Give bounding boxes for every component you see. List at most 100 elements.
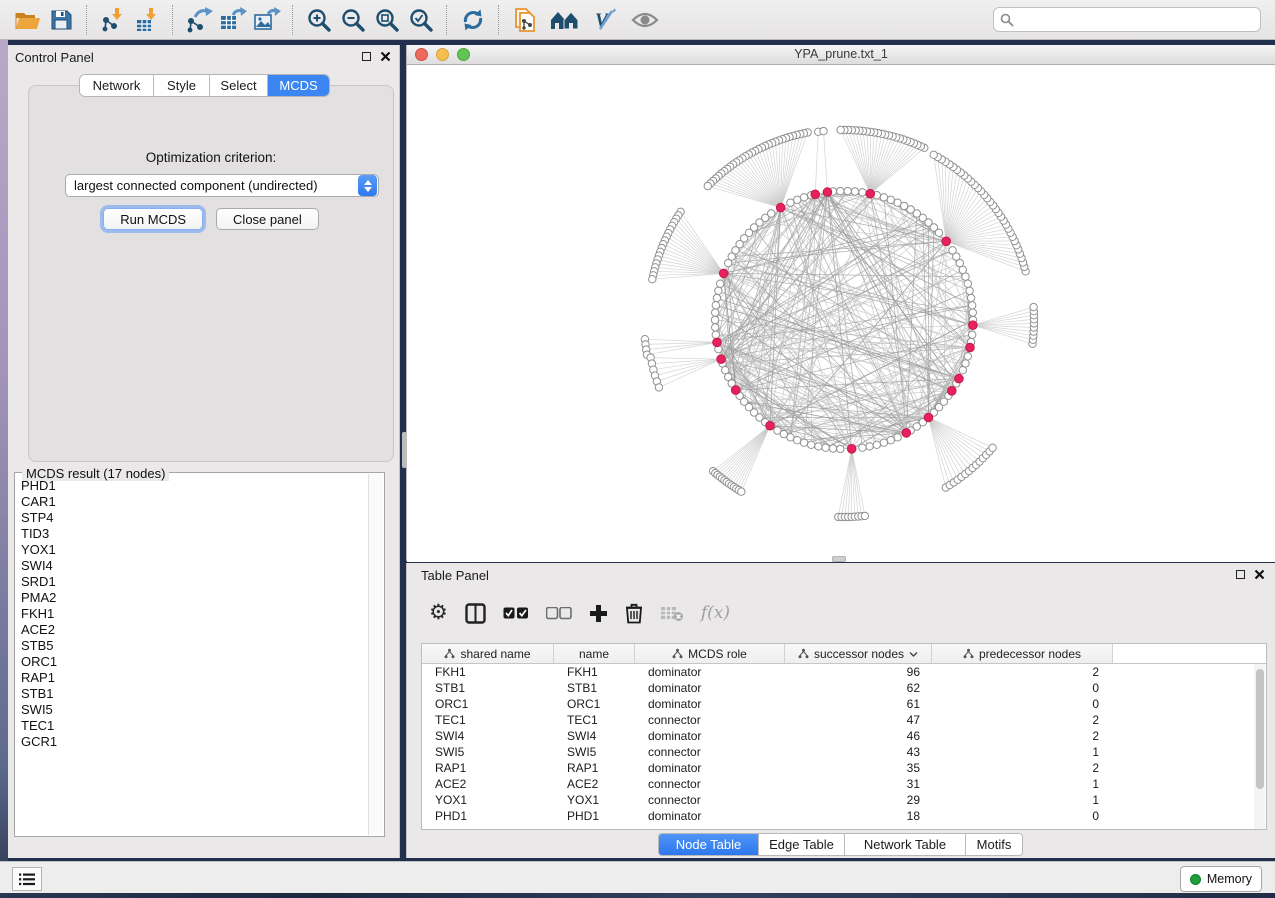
- table-cell[interactable]: 1: [932, 777, 1113, 791]
- table-cell[interactable]: YOX1: [554, 793, 635, 807]
- table-cell[interactable]: SWI4: [554, 729, 635, 743]
- close-table-panel-icon[interactable]: [1254, 569, 1265, 580]
- import-network-icon[interactable]: [96, 5, 130, 35]
- column-header-shared-name[interactable]: shared name: [422, 644, 554, 663]
- mcds-result-item[interactable]: GCR1: [21, 734, 367, 750]
- float-table-panel-icon[interactable]: [1236, 570, 1245, 579]
- mcds-node[interactable]: [866, 189, 875, 198]
- table-cell[interactable]: ACE2: [422, 777, 554, 791]
- table-row[interactable]: FKH1FKH1dominator962: [422, 664, 1266, 680]
- network-node[interactable]: [794, 437, 801, 444]
- mcds-node[interactable]: [719, 269, 728, 278]
- network-node[interactable]: [800, 194, 807, 201]
- table-row[interactable]: ACE2ACE2connector311: [422, 776, 1266, 792]
- table-cell[interactable]: connector: [635, 713, 785, 727]
- mcds-node[interactable]: [942, 237, 951, 246]
- mcds-node[interactable]: [969, 321, 978, 330]
- network-node[interactable]: [967, 294, 974, 301]
- column-header-name[interactable]: name: [554, 644, 635, 663]
- tab-style[interactable]: Style: [154, 75, 210, 96]
- table-cell[interactable]: 1: [932, 745, 1113, 759]
- mcds-result-item[interactable]: RAP1: [21, 670, 367, 686]
- table-cell[interactable]: FKH1: [422, 665, 554, 679]
- network-node[interactable]: [866, 443, 873, 450]
- mcds-result-item[interactable]: STB1: [21, 686, 367, 702]
- mcds-result-item[interactable]: STP4: [21, 510, 367, 526]
- table-scrollbar-thumb[interactable]: [1256, 669, 1264, 789]
- mcds-node[interactable]: [955, 374, 964, 383]
- network-node[interactable]: [787, 434, 794, 441]
- network-node[interactable]: [837, 445, 844, 452]
- zoom-selected-icon[interactable]: [404, 5, 438, 35]
- table-cell[interactable]: SWI5: [422, 745, 554, 759]
- satellite-node[interactable]: [930, 151, 937, 158]
- network-node[interactable]: [969, 302, 976, 309]
- float-panel-icon[interactable]: [362, 52, 371, 61]
- table-cell[interactable]: dominator: [635, 809, 785, 823]
- satellite-node[interactable]: [655, 384, 662, 391]
- satellite-node[interactable]: [820, 127, 827, 134]
- network-node[interactable]: [966, 287, 973, 294]
- network-node[interactable]: [711, 316, 718, 323]
- column-header-successor-nodes[interactable]: successor nodes: [785, 644, 932, 663]
- mcds-node[interactable]: [924, 413, 933, 422]
- network-node[interactable]: [794, 196, 801, 203]
- network-node[interactable]: [713, 294, 720, 301]
- table-row[interactable]: STB1STB1dominator620: [422, 680, 1266, 696]
- mcds-node[interactable]: [847, 445, 856, 454]
- maximize-window-icon[interactable]: [457, 48, 470, 61]
- network-node[interactable]: [800, 439, 807, 446]
- mcds-result-item[interactable]: YOX1: [21, 542, 367, 558]
- mcds-result-item[interactable]: SWI5: [21, 702, 367, 718]
- table-cell[interactable]: 18: [785, 809, 932, 823]
- table-cell[interactable]: dominator: [635, 729, 785, 743]
- table-cell[interactable]: FKH1: [554, 665, 635, 679]
- table-cell[interactable]: 96: [785, 665, 932, 679]
- delete-table-icon[interactable]: [660, 599, 684, 627]
- mcds-result-scrollbar[interactable]: [368, 474, 383, 835]
- table-cell[interactable]: PHD1: [554, 809, 635, 823]
- mcds-result-item[interactable]: SWI4: [21, 558, 367, 574]
- mcds-node[interactable]: [717, 355, 726, 364]
- table-cell[interactable]: 2: [932, 729, 1113, 743]
- network-node[interactable]: [859, 444, 866, 451]
- satellite-node[interactable]: [649, 276, 656, 283]
- export-table-icon[interactable]: [216, 5, 250, 35]
- network-node[interactable]: [715, 287, 722, 294]
- table-cell[interactable]: 46: [785, 729, 932, 743]
- table-cell[interactable]: ACE2: [554, 777, 635, 791]
- tab-motifs[interactable]: Motifs: [966, 834, 1022, 855]
- network-node[interactable]: [712, 331, 719, 338]
- mcds-result-item[interactable]: CAR1: [21, 494, 367, 510]
- network-canvas[interactable]: [407, 65, 1275, 562]
- tab-select[interactable]: Select: [210, 75, 268, 96]
- splitter-grip[interactable]: [832, 556, 846, 562]
- table-row[interactable]: ORC1ORC1dominator610: [422, 696, 1266, 712]
- table-cell[interactable]: 62: [785, 681, 932, 695]
- zoom-out-icon[interactable]: [336, 5, 370, 35]
- tab-edge-table[interactable]: Edge Table: [759, 834, 845, 855]
- table-cell[interactable]: ORC1: [422, 697, 554, 711]
- table-cell[interactable]: 35: [785, 761, 932, 775]
- network-node[interactable]: [844, 187, 851, 194]
- table-options-gear-icon[interactable]: ⚙: [429, 599, 448, 627]
- network-node[interactable]: [725, 259, 732, 266]
- table-cell[interactable]: SWI4: [422, 729, 554, 743]
- table-cell[interactable]: 29: [785, 793, 932, 807]
- table-row[interactable]: RAP1RAP1dominator352: [422, 760, 1266, 776]
- show-column-icon[interactable]: [465, 599, 486, 627]
- network-node[interactable]: [829, 445, 836, 452]
- satellite-node[interactable]: [989, 444, 996, 451]
- satellite-node[interactable]: [861, 512, 868, 519]
- mcds-node[interactable]: [811, 190, 820, 199]
- tab-node-table[interactable]: Node Table: [659, 834, 759, 855]
- network-node[interactable]: [822, 444, 829, 451]
- network-node[interactable]: [808, 441, 815, 448]
- mcds-result-item[interactable]: FKH1: [21, 606, 367, 622]
- table-cell[interactable]: YOX1: [422, 793, 554, 807]
- network-node[interactable]: [969, 309, 976, 316]
- close-panel-button[interactable]: Close panel: [216, 208, 319, 230]
- close-window-icon[interactable]: [415, 48, 428, 61]
- table-cell[interactable]: STB1: [554, 681, 635, 695]
- network-node[interactable]: [837, 187, 844, 194]
